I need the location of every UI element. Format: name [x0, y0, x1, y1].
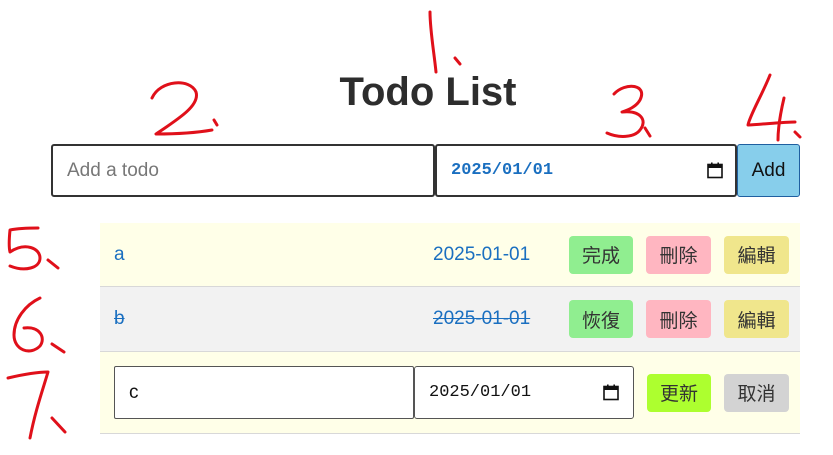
delete-button[interactable]: 刪除 — [646, 235, 711, 274]
page-title: Todo List — [339, 70, 517, 114]
todo-list: a 2025-01-01 完成 刪除 編輯 b 2025-01-01 恢復 刪除… — [100, 223, 800, 434]
todo-date: 2025-01-01 — [433, 243, 531, 265]
add-todo-placeholder: Add a todo — [67, 159, 159, 181]
calendar-icon[interactable] — [603, 384, 619, 401]
cancel-button[interactable]: 取消 — [724, 373, 789, 412]
edit-button[interactable]: 編輯 — [724, 235, 789, 274]
edit-todo-value: c — [129, 381, 139, 403]
add-todo-input[interactable]: Add a todo — [51, 144, 435, 197]
update-button[interactable]: 更新 — [647, 373, 711, 412]
annotation-1 — [428, 10, 462, 74]
edit-date-input[interactable]: 2025/01/01 — [414, 366, 634, 419]
add-todo-form: Add a todo 2025/01/01 Add — [51, 144, 800, 197]
todo-row: a 2025-01-01 完成 刪除 編輯 — [100, 223, 800, 287]
calendar-icon[interactable] — [707, 162, 723, 179]
annotation-7 — [6, 370, 67, 440]
edit-button[interactable]: 編輯 — [724, 300, 789, 338]
delete-button[interactable]: 刪除 — [646, 300, 711, 338]
todo-text: b — [114, 308, 125, 329]
annotation-6 — [12, 296, 66, 354]
add-date-input[interactable]: 2025/01/01 — [435, 144, 737, 197]
todo-text: a — [114, 243, 125, 265]
edit-todo-input[interactable]: c — [114, 366, 414, 419]
complete-button[interactable]: 完成 — [569, 235, 633, 274]
todo-row-editing: c 2025/01/01 更新 取消 — [100, 352, 800, 434]
todo-row-completed: b 2025-01-01 恢復 刪除 編輯 — [100, 287, 800, 352]
add-date-value: 2025/01/01 — [451, 161, 554, 180]
annotation-5 — [7, 226, 60, 271]
restore-button[interactable]: 恢復 — [569, 300, 633, 338]
edit-date-value: 2025/01/01 — [429, 383, 532, 402]
add-button[interactable]: Add — [737, 144, 800, 197]
todo-date: 2025-01-01 — [433, 308, 531, 329]
